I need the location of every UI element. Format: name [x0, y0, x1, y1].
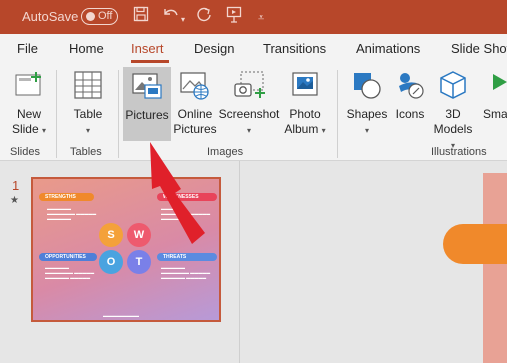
annotation-arrow-icon: [150, 142, 205, 244]
